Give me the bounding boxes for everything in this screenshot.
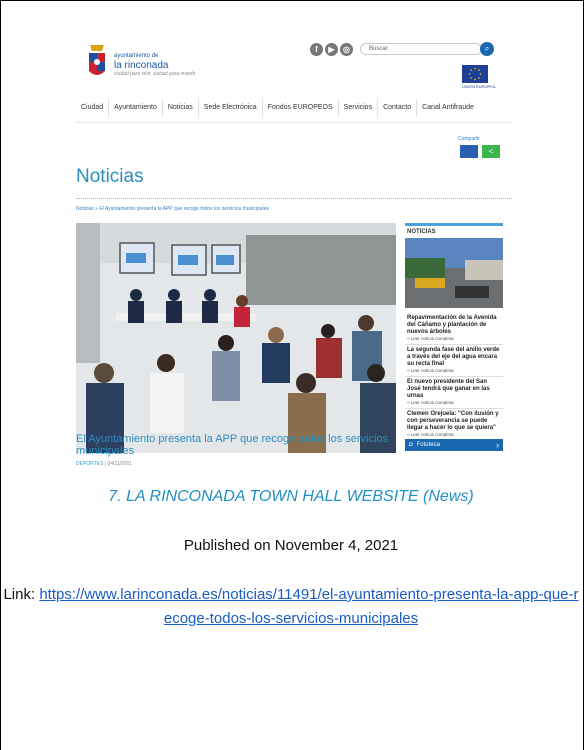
nav-sede[interactable]: Sede Electrónica xyxy=(199,99,263,117)
read-more-link[interactable]: » Leer noticia completa xyxy=(407,368,501,373)
news-headline[interactable]: El Ayuntamiento presenta la APP que reco… xyxy=(76,433,406,457)
nav-contacto[interactable]: Contacto xyxy=(378,99,418,117)
nav-servicios[interactable]: Servicios xyxy=(339,99,379,117)
sidebar-news-item[interactable]: Clemen Orejuela: "Con ilusión y con pers… xyxy=(405,409,503,441)
website-screenshot: ayuntamiento de la rinconada ciudad para… xyxy=(76,37,512,475)
instagram-icon[interactable]: ◎ xyxy=(340,43,353,56)
search-icon[interactable]: ⌕ xyxy=(480,42,494,56)
fototeca-button[interactable]: ◘ Fototeca › xyxy=(405,439,503,451)
news-meta: DEPORTES | 04/11/2021 xyxy=(76,461,133,467)
page-title: Noticias xyxy=(76,166,144,187)
read-more-link[interactable]: » Leer noticia completa xyxy=(407,400,501,405)
sidebar-title: NOTICIAS xyxy=(405,223,503,238)
brand-small: ayuntamiento de xyxy=(114,53,159,59)
link-line: Link: https://www.larinconada.es/noticia… xyxy=(0,583,582,631)
eu-label: UNIÓN EUROPEA xyxy=(462,84,496,89)
sidebar-news-title: Repavimentación de la Avenida del Cáñamo… xyxy=(407,315,497,335)
share-label: Compartir xyxy=(458,136,480,142)
news-photo[interactable] xyxy=(76,223,396,453)
social-icons: f ▶ ◎ xyxy=(310,43,353,56)
share-facebook-button[interactable] xyxy=(460,145,478,158)
sidebar-news-title: Clemen Orejuela: "Con ilusión y con pers… xyxy=(407,411,499,431)
nav-ciudad[interactable]: Ciudad xyxy=(76,99,110,117)
fototeca-label: Fototeca xyxy=(416,442,440,448)
publication-date: Published on November 4, 2021 xyxy=(183,537,399,554)
sidebar-news-item[interactable]: El nuevo presidente del San José tendrá … xyxy=(405,377,503,409)
youtube-icon[interactable]: ▶ xyxy=(325,43,338,56)
eu-flag-icon xyxy=(462,65,488,83)
news-category[interactable]: DEPORTES xyxy=(76,461,103,467)
sidebar-news-title: El nuevo presidente del San José tendrá … xyxy=(407,379,490,399)
link-label: Link: xyxy=(3,586,40,603)
sidebar-news-item[interactable]: Repavimentación de la Avenida del Cáñamo… xyxy=(405,313,503,345)
nav-ayuntamiento[interactable]: Ayuntamiento xyxy=(109,99,163,117)
main-nav: Ciudad Ayuntamiento Noticias Sede Electr… xyxy=(76,94,512,123)
share-icon[interactable]: < xyxy=(482,145,500,158)
read-more-link[interactable]: » Leer noticia completa xyxy=(407,336,501,341)
search-input[interactable]: Buscar xyxy=(360,43,482,55)
sidebar-news-item[interactable]: La segunda fase del anillo verde a travé… xyxy=(405,345,503,377)
coat-of-arms-logo xyxy=(89,45,105,75)
camera-icon: ◘ xyxy=(409,442,413,448)
nav-noticias[interactable]: Noticias xyxy=(163,99,199,117)
divider xyxy=(76,198,512,199)
figure-title: 7. LA RINCONADA TOWN HALL WEBSITE (News) xyxy=(108,488,474,505)
sidebar-news: NOTICIAS Repavimentación de la Avenida d… xyxy=(405,223,503,475)
nav-fondos[interactable]: Fondos EUROPEOS xyxy=(263,99,339,117)
sidebar-news-image[interactable] xyxy=(405,238,503,308)
sidebar-news-title: La segunda fase del anillo verde a travé… xyxy=(407,347,500,367)
article-link[interactable]: https://www.larinconada.es/noticias/1149… xyxy=(39,586,578,627)
breadcrumb[interactable]: Noticias » El Ayuntamiento presenta la A… xyxy=(76,206,269,212)
brand-tagline: ciudad para vivir, ciudad para invertir xyxy=(114,71,196,77)
brand[interactable]: ayuntamiento de la rinconada ciudad para… xyxy=(114,53,195,77)
news-date: 04/11/2021 xyxy=(107,461,133,467)
brand-name: la rinconada xyxy=(114,60,169,71)
facebook-icon[interactable]: f xyxy=(310,43,323,56)
chevron-right-icon: › xyxy=(496,440,499,450)
read-more-link[interactable]: » Leer noticia completa xyxy=(407,432,501,437)
nav-antifraude[interactable]: Canal Antifraude xyxy=(417,99,479,117)
